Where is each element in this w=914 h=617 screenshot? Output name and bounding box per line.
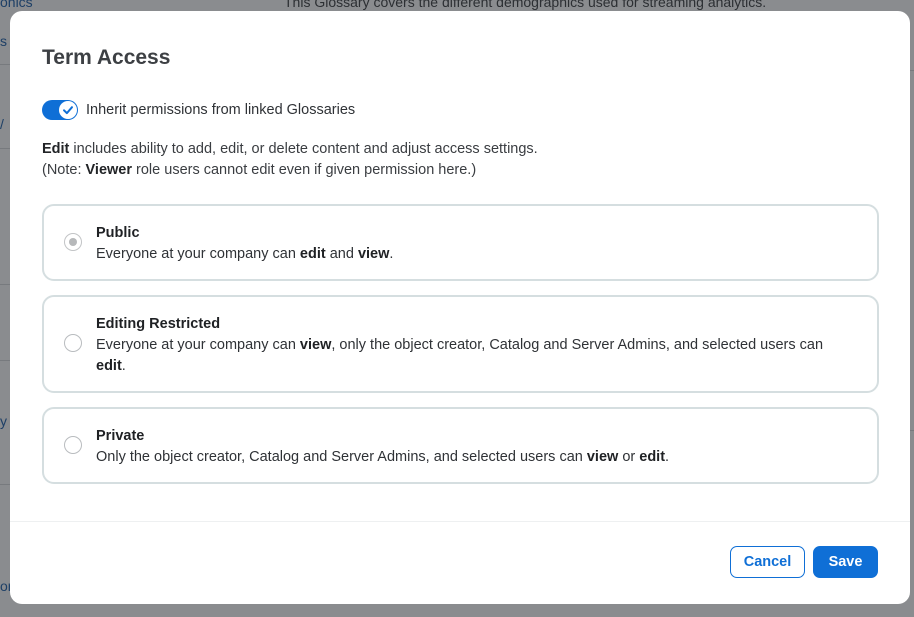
radio-selected-dot	[68, 237, 77, 246]
term-access-dialog: Term Access Inherit permissions from lin…	[10, 11, 910, 604]
access-option-editing-restricted[interactable]: Editing Restricted Everyone at your comp…	[42, 295, 879, 393]
desc-bold: view	[357, 246, 390, 262]
inherit-permissions-row: Inherit permissions from linked Glossari…	[42, 100, 355, 120]
option-title: Public	[96, 225, 140, 241]
inherit-permissions-toggle[interactable]	[42, 100, 78, 120]
help-line-1-text: includes ability to add, edit, or delete…	[69, 141, 538, 157]
help-line-2: (Note: Viewer role users cannot edit eve…	[42, 160, 538, 181]
option-title: Editing Restricted	[96, 316, 221, 332]
background-divider	[0, 64, 10, 65]
background-divider	[910, 430, 914, 431]
desc-text: Everyone at your company can	[96, 337, 300, 353]
radio-editing-restricted[interactable]	[64, 334, 82, 352]
background-divider	[910, 70, 914, 71]
help-viewer-term: Viewer	[85, 162, 133, 178]
option-text: Public Everyone at your company can edit…	[96, 223, 847, 265]
desc-text: and	[325, 246, 358, 262]
footer-divider	[10, 521, 910, 522]
desc-bold: edit	[299, 246, 326, 262]
permissions-help-text: Edit includes ability to add, edit, or d…	[42, 139, 538, 181]
background-link-fragment: onics	[0, 0, 33, 10]
background-divider	[0, 148, 10, 149]
option-text: Editing Restricted Everyone at your comp…	[96, 314, 847, 377]
option-description: Only the object creator, Catalog and Ser…	[96, 447, 847, 468]
access-option-private[interactable]: Private Only the object creator, Catalog…	[42, 407, 879, 484]
cancel-button[interactable]: Cancel	[730, 546, 805, 578]
background-link-fragment: s	[0, 33, 7, 49]
background-description: This Glossary covers the different demog…	[284, 0, 767, 10]
help-line-2-prefix: (Note:	[42, 162, 86, 178]
checkmark-icon	[63, 106, 73, 115]
radio-private[interactable]	[64, 436, 82, 454]
toggle-knob	[59, 101, 77, 119]
background-divider	[0, 484, 10, 485]
background-divider	[0, 360, 10, 361]
desc-text: .	[389, 246, 394, 262]
desc-text: .	[665, 449, 670, 465]
desc-bold: edit	[639, 449, 666, 465]
option-description: Everyone at your company can view, only …	[96, 335, 847, 377]
access-option-public[interactable]: Public Everyone at your company can edit…	[42, 204, 879, 281]
desc-text: , only the object creator, Catalog and S…	[331, 337, 824, 353]
help-line-2-text: role users cannot edit even if given per…	[132, 162, 477, 178]
help-edit-term: Edit	[42, 141, 70, 157]
background-link-fragment: /	[0, 116, 4, 132]
option-text: Private Only the object creator, Catalog…	[96, 426, 847, 468]
dialog-title: Term Access	[42, 46, 171, 69]
desc-text: .	[121, 358, 126, 374]
desc-text: Everyone at your company can	[96, 246, 300, 262]
background-link-fragment: y	[0, 413, 7, 429]
option-description: Everyone at your company can edit and vi…	[96, 244, 847, 265]
desc-text: or	[618, 449, 640, 465]
option-title: Private	[96, 428, 145, 444]
radio-public[interactable]	[64, 233, 82, 251]
desc-bold: view	[586, 449, 619, 465]
desc-text: Only the object creator, Catalog and Ser…	[96, 449, 587, 465]
desc-bold: view	[299, 337, 332, 353]
desc-bold: edit	[96, 358, 122, 374]
save-button[interactable]: Save	[813, 546, 878, 578]
inherit-permissions-label: Inherit permissions from linked Glossari…	[86, 102, 356, 118]
background-divider	[0, 284, 10, 285]
help-line-1: Edit includes ability to add, edit, or d…	[42, 139, 538, 160]
